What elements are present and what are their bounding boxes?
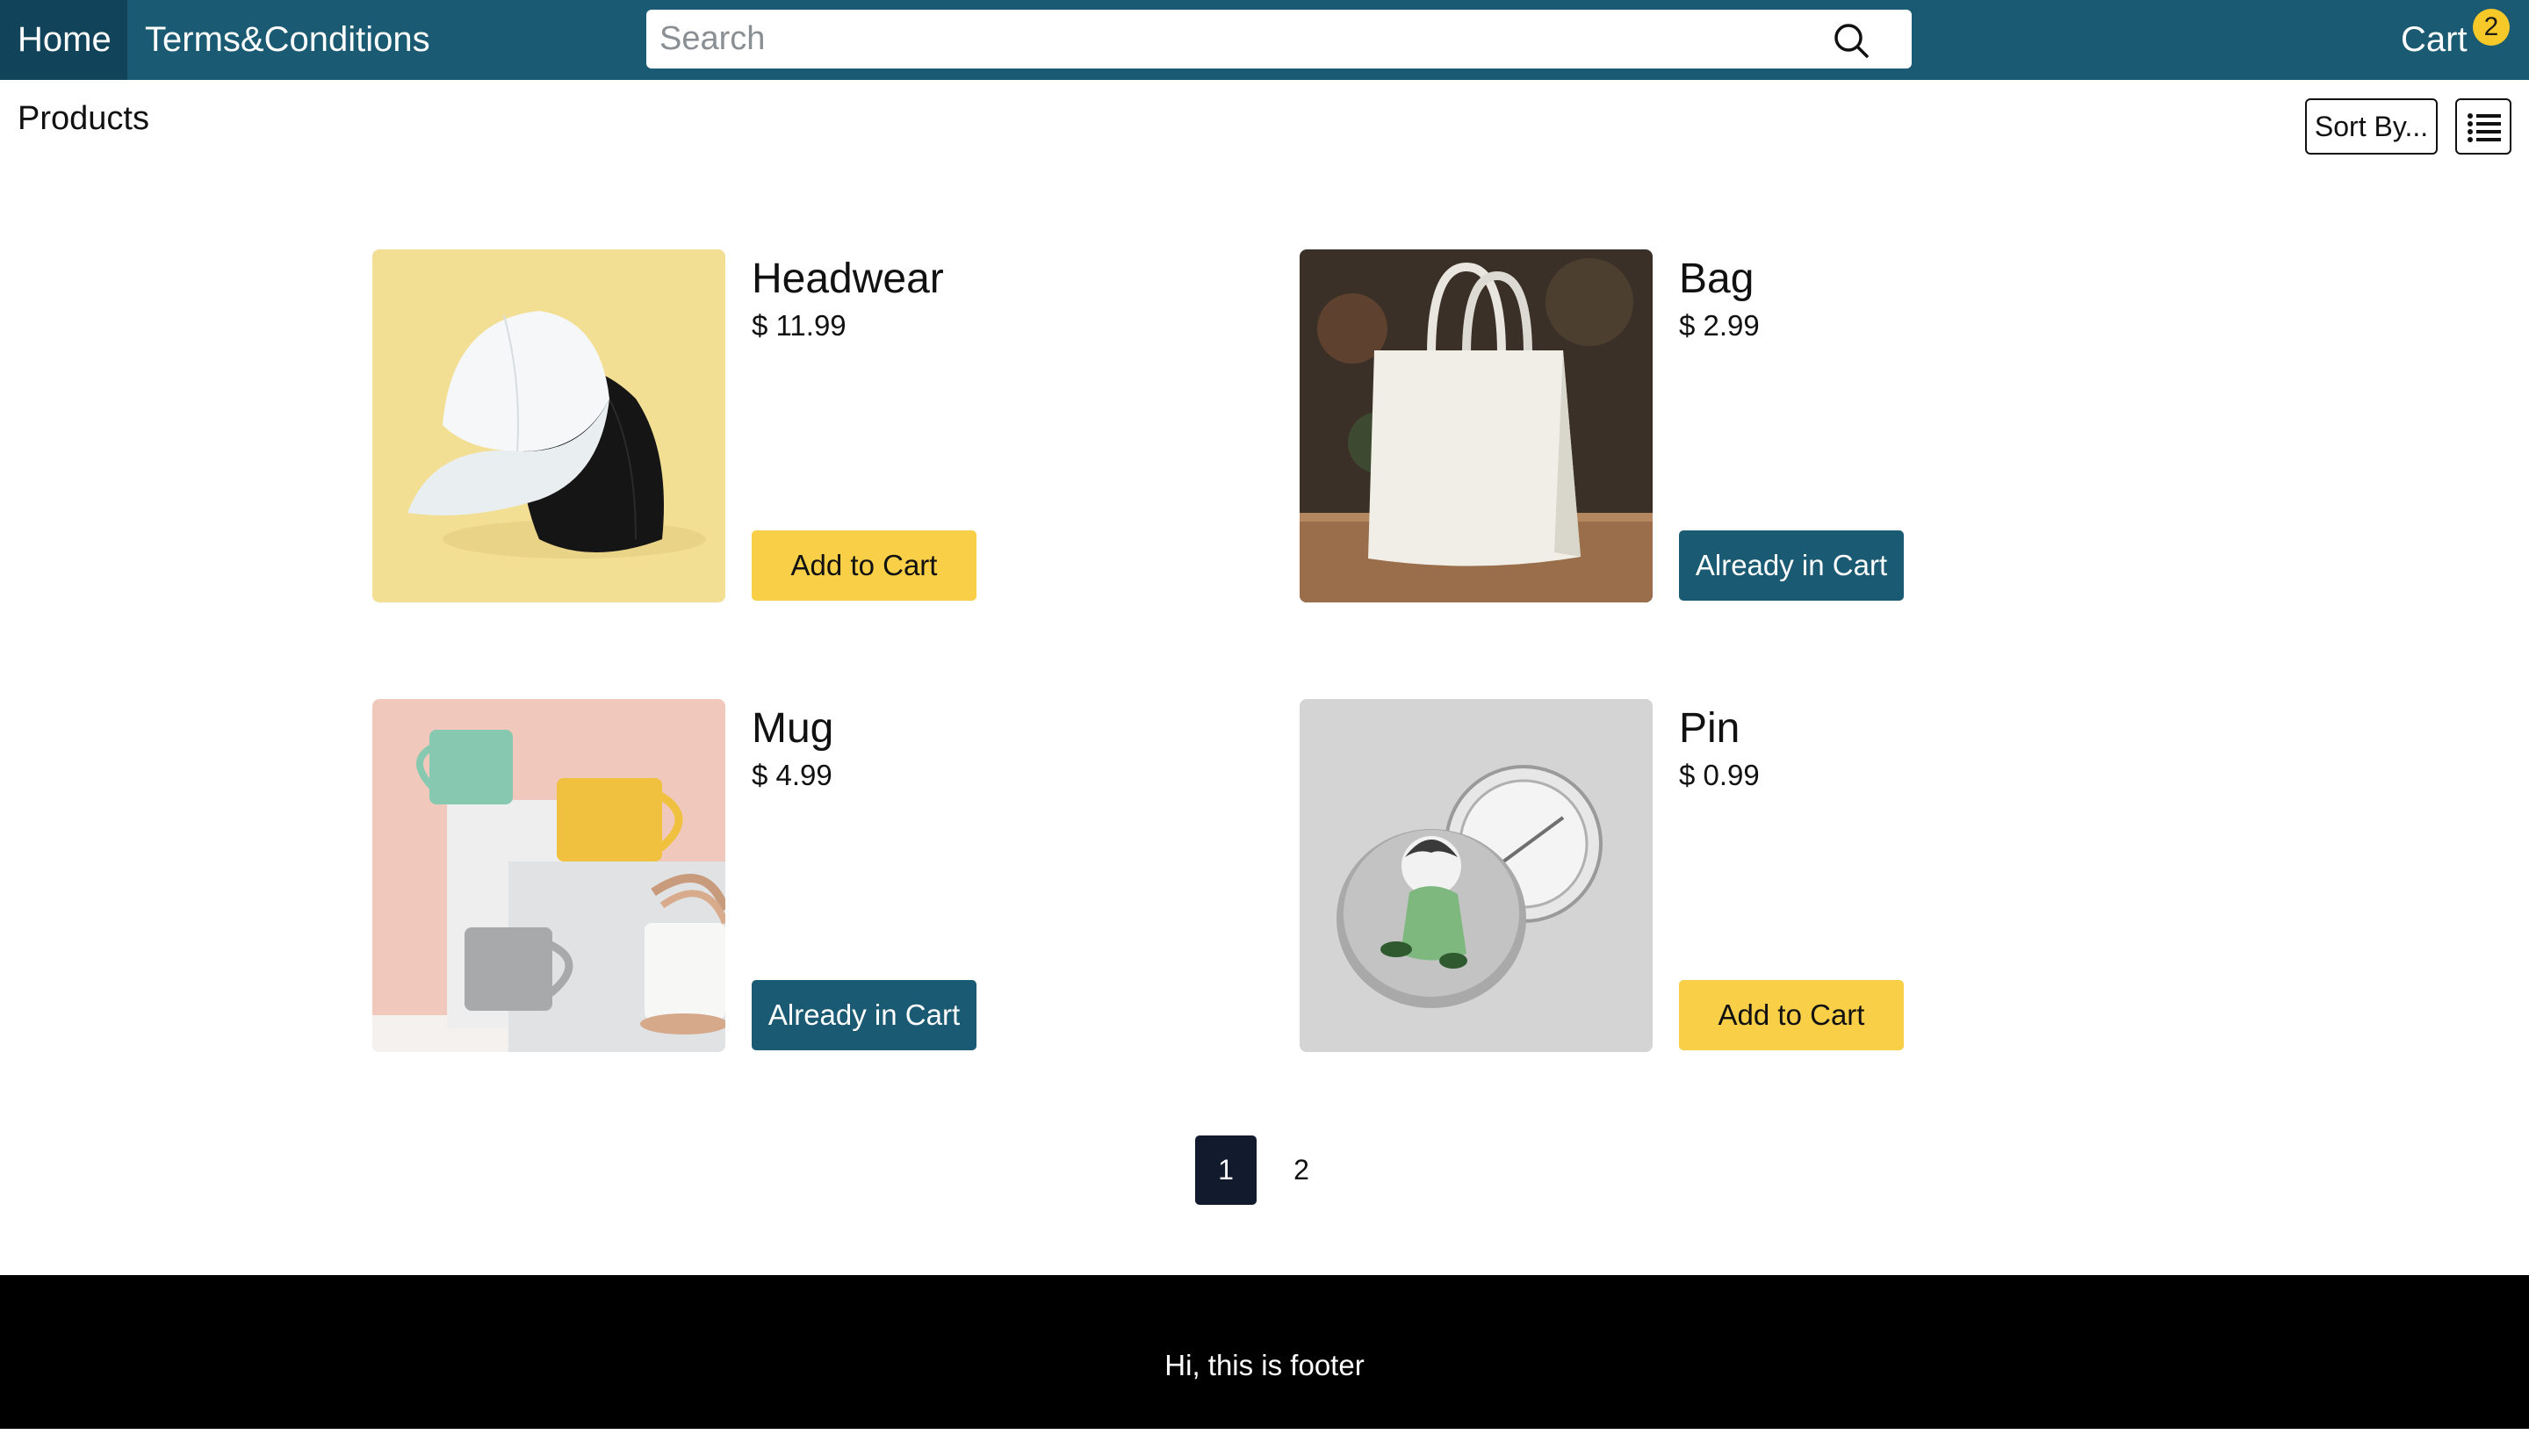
top-navbar: Home Terms&Conditions Cart 2 (0, 0, 2529, 80)
product-card-bag: Bag $ 2.99 Already in Cart (1300, 249, 2002, 602)
sort-by-button[interactable]: Sort By... (2305, 98, 2438, 155)
add-to-cart-button[interactable]: Add to Cart (752, 530, 976, 601)
search-input[interactable] (646, 10, 1823, 68)
footer: Hi, this is footer (0, 1275, 2529, 1429)
list-view-button[interactable] (2455, 98, 2511, 155)
product-image-pin[interactable] (1300, 699, 1653, 1052)
product-image-headwear[interactable] (372, 249, 725, 602)
cart-count-badge: 2 (2473, 9, 2510, 46)
product-price: $ 4.99 (752, 759, 832, 791)
pagination-page-1[interactable]: 1 (1195, 1135, 1257, 1205)
product-price: $ 2.99 (1679, 309, 1760, 342)
footer-text: Hi, this is footer (1164, 1349, 1365, 1381)
product-name: Bag (1679, 256, 1754, 302)
cart-link[interactable]: Cart (2401, 0, 2468, 80)
product-name: Headwear (752, 256, 944, 302)
product-card-pin: Pin $ 0.99 Add to Cart (1300, 699, 2002, 1052)
already-in-cart-button[interactable]: Already in Cart (1679, 530, 1904, 601)
search-box (646, 10, 1912, 68)
product-name: Pin (1679, 705, 1740, 752)
add-to-cart-button[interactable]: Add to Cart (1679, 980, 1904, 1050)
list-icon (2468, 113, 2501, 142)
nav-terms-link[interactable]: Terms&Conditions (127, 0, 448, 80)
nav-home-link[interactable]: Home (0, 0, 127, 80)
product-image-mug[interactable] (372, 699, 725, 1052)
product-image-bag[interactable] (1300, 249, 1653, 602)
product-card-headwear: Headwear $ 11.99 Add to Cart (372, 249, 1075, 602)
page-title: Products (18, 100, 149, 137)
already-in-cart-button[interactable]: Already in Cart (752, 980, 976, 1050)
product-card-mug: Mug $ 4.99 Already in Cart (372, 699, 1075, 1052)
product-name: Mug (752, 705, 834, 752)
search-icon[interactable] (1832, 21, 1870, 60)
product-price: $ 0.99 (1679, 759, 1760, 791)
pagination-page-2[interactable]: 2 (1271, 1135, 1332, 1205)
product-price: $ 11.99 (752, 309, 847, 342)
